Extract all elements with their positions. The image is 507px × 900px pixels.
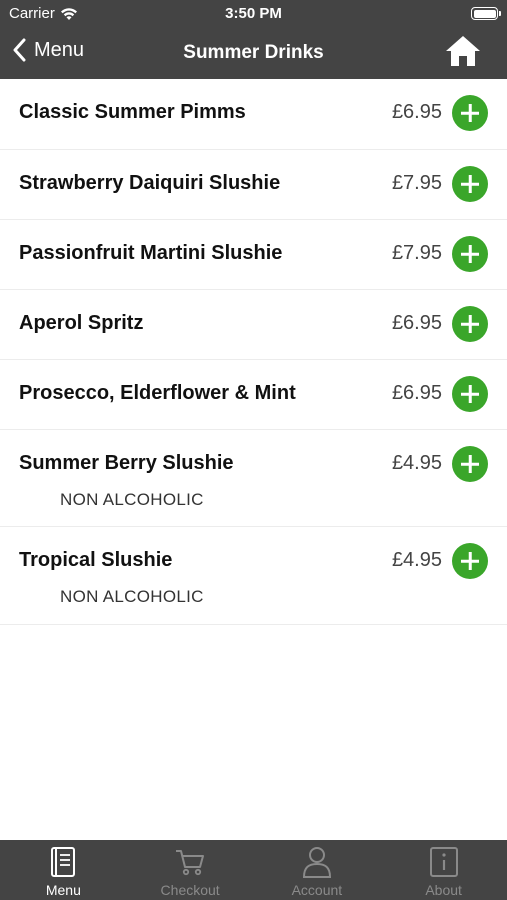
item-name: Prosecco, Elderflower & Mint <box>19 382 296 404</box>
nav-bar: Menu Summer Drinks <box>0 28 507 79</box>
list-item: Summer Berry Slushie £4.95 NON ALCOHOLIC <box>0 430 507 527</box>
list-item: Strawberry Daiquiri Slushie £7.95 <box>0 150 507 220</box>
tab-label: Menu <box>45 882 81 898</box>
item-price: £6.95 <box>391 382 442 404</box>
info-icon <box>429 847 458 877</box>
tab-label: Checkout <box>160 882 220 898</box>
item-price: £4.95 <box>391 549 442 571</box>
item-name: Strawberry Daiquiri Slushie <box>19 172 281 194</box>
status-time: 3:50 PM <box>225 5 282 22</box>
tab-about[interactable]: About <box>380 840 507 900</box>
item-note: NON ALCOHOLIC <box>60 490 204 509</box>
item-name: Aperol Spritz <box>19 312 144 334</box>
add-to-cart-button[interactable] <box>452 236 488 272</box>
item-name: Tropical Slushie <box>19 549 173 571</box>
add-to-cart-button[interactable] <box>452 95 488 131</box>
home-icon[interactable] <box>445 34 481 68</box>
list-item: Tropical Slushie £4.95 NON ALCOHOLIC <box>0 527 507 625</box>
tab-bar: Menu Checkout Account About <box>0 840 507 900</box>
item-note: NON ALCOHOLIC <box>60 587 204 606</box>
list-item: Classic Summer Pimms £6.95 <box>0 79 507 150</box>
tab-checkout[interactable]: Checkout <box>127 840 254 900</box>
item-price: £4.95 <box>391 452 442 474</box>
item-name: Summer Berry Slushie <box>19 452 234 474</box>
item-price: £6.95 <box>391 101 442 123</box>
app-header: Carrier 3:50 PM Menu Summer Drinks <box>0 0 507 79</box>
tab-label: About <box>425 882 462 898</box>
item-price: £7.95 <box>391 242 442 264</box>
drinks-list: Classic Summer Pimms £6.95 Strawberry Da… <box>0 79 507 625</box>
page-title: Summer Drinks <box>183 42 324 63</box>
add-to-cart-button[interactable] <box>452 446 488 482</box>
item-price: £6.95 <box>391 312 442 334</box>
list-item: Prosecco, Elderflower & Mint £6.95 <box>0 360 507 430</box>
add-to-cart-button[interactable] <box>452 166 488 202</box>
person-icon <box>302 847 331 878</box>
battery-icon <box>471 7 501 20</box>
item-name: Classic Summer Pimms <box>19 101 246 123</box>
list-item: Aperol Spritz £6.95 <box>0 290 507 360</box>
item-name: Passionfruit Martini Slushie <box>19 242 283 264</box>
tab-menu[interactable]: Menu <box>0 840 127 900</box>
item-price: £7.95 <box>391 172 442 194</box>
cart-icon <box>176 850 205 876</box>
add-to-cart-button[interactable] <box>452 543 488 579</box>
tab-label: Account <box>291 882 343 898</box>
add-to-cart-button[interactable] <box>452 306 488 342</box>
menu-book-icon <box>51 847 76 877</box>
status-bar: Carrier 3:50 PM <box>0 0 507 28</box>
tab-account[interactable]: Account <box>254 840 381 900</box>
add-to-cart-button[interactable] <box>452 376 488 412</box>
list-item: Passionfruit Martini Slushie £7.95 <box>0 220 507 290</box>
